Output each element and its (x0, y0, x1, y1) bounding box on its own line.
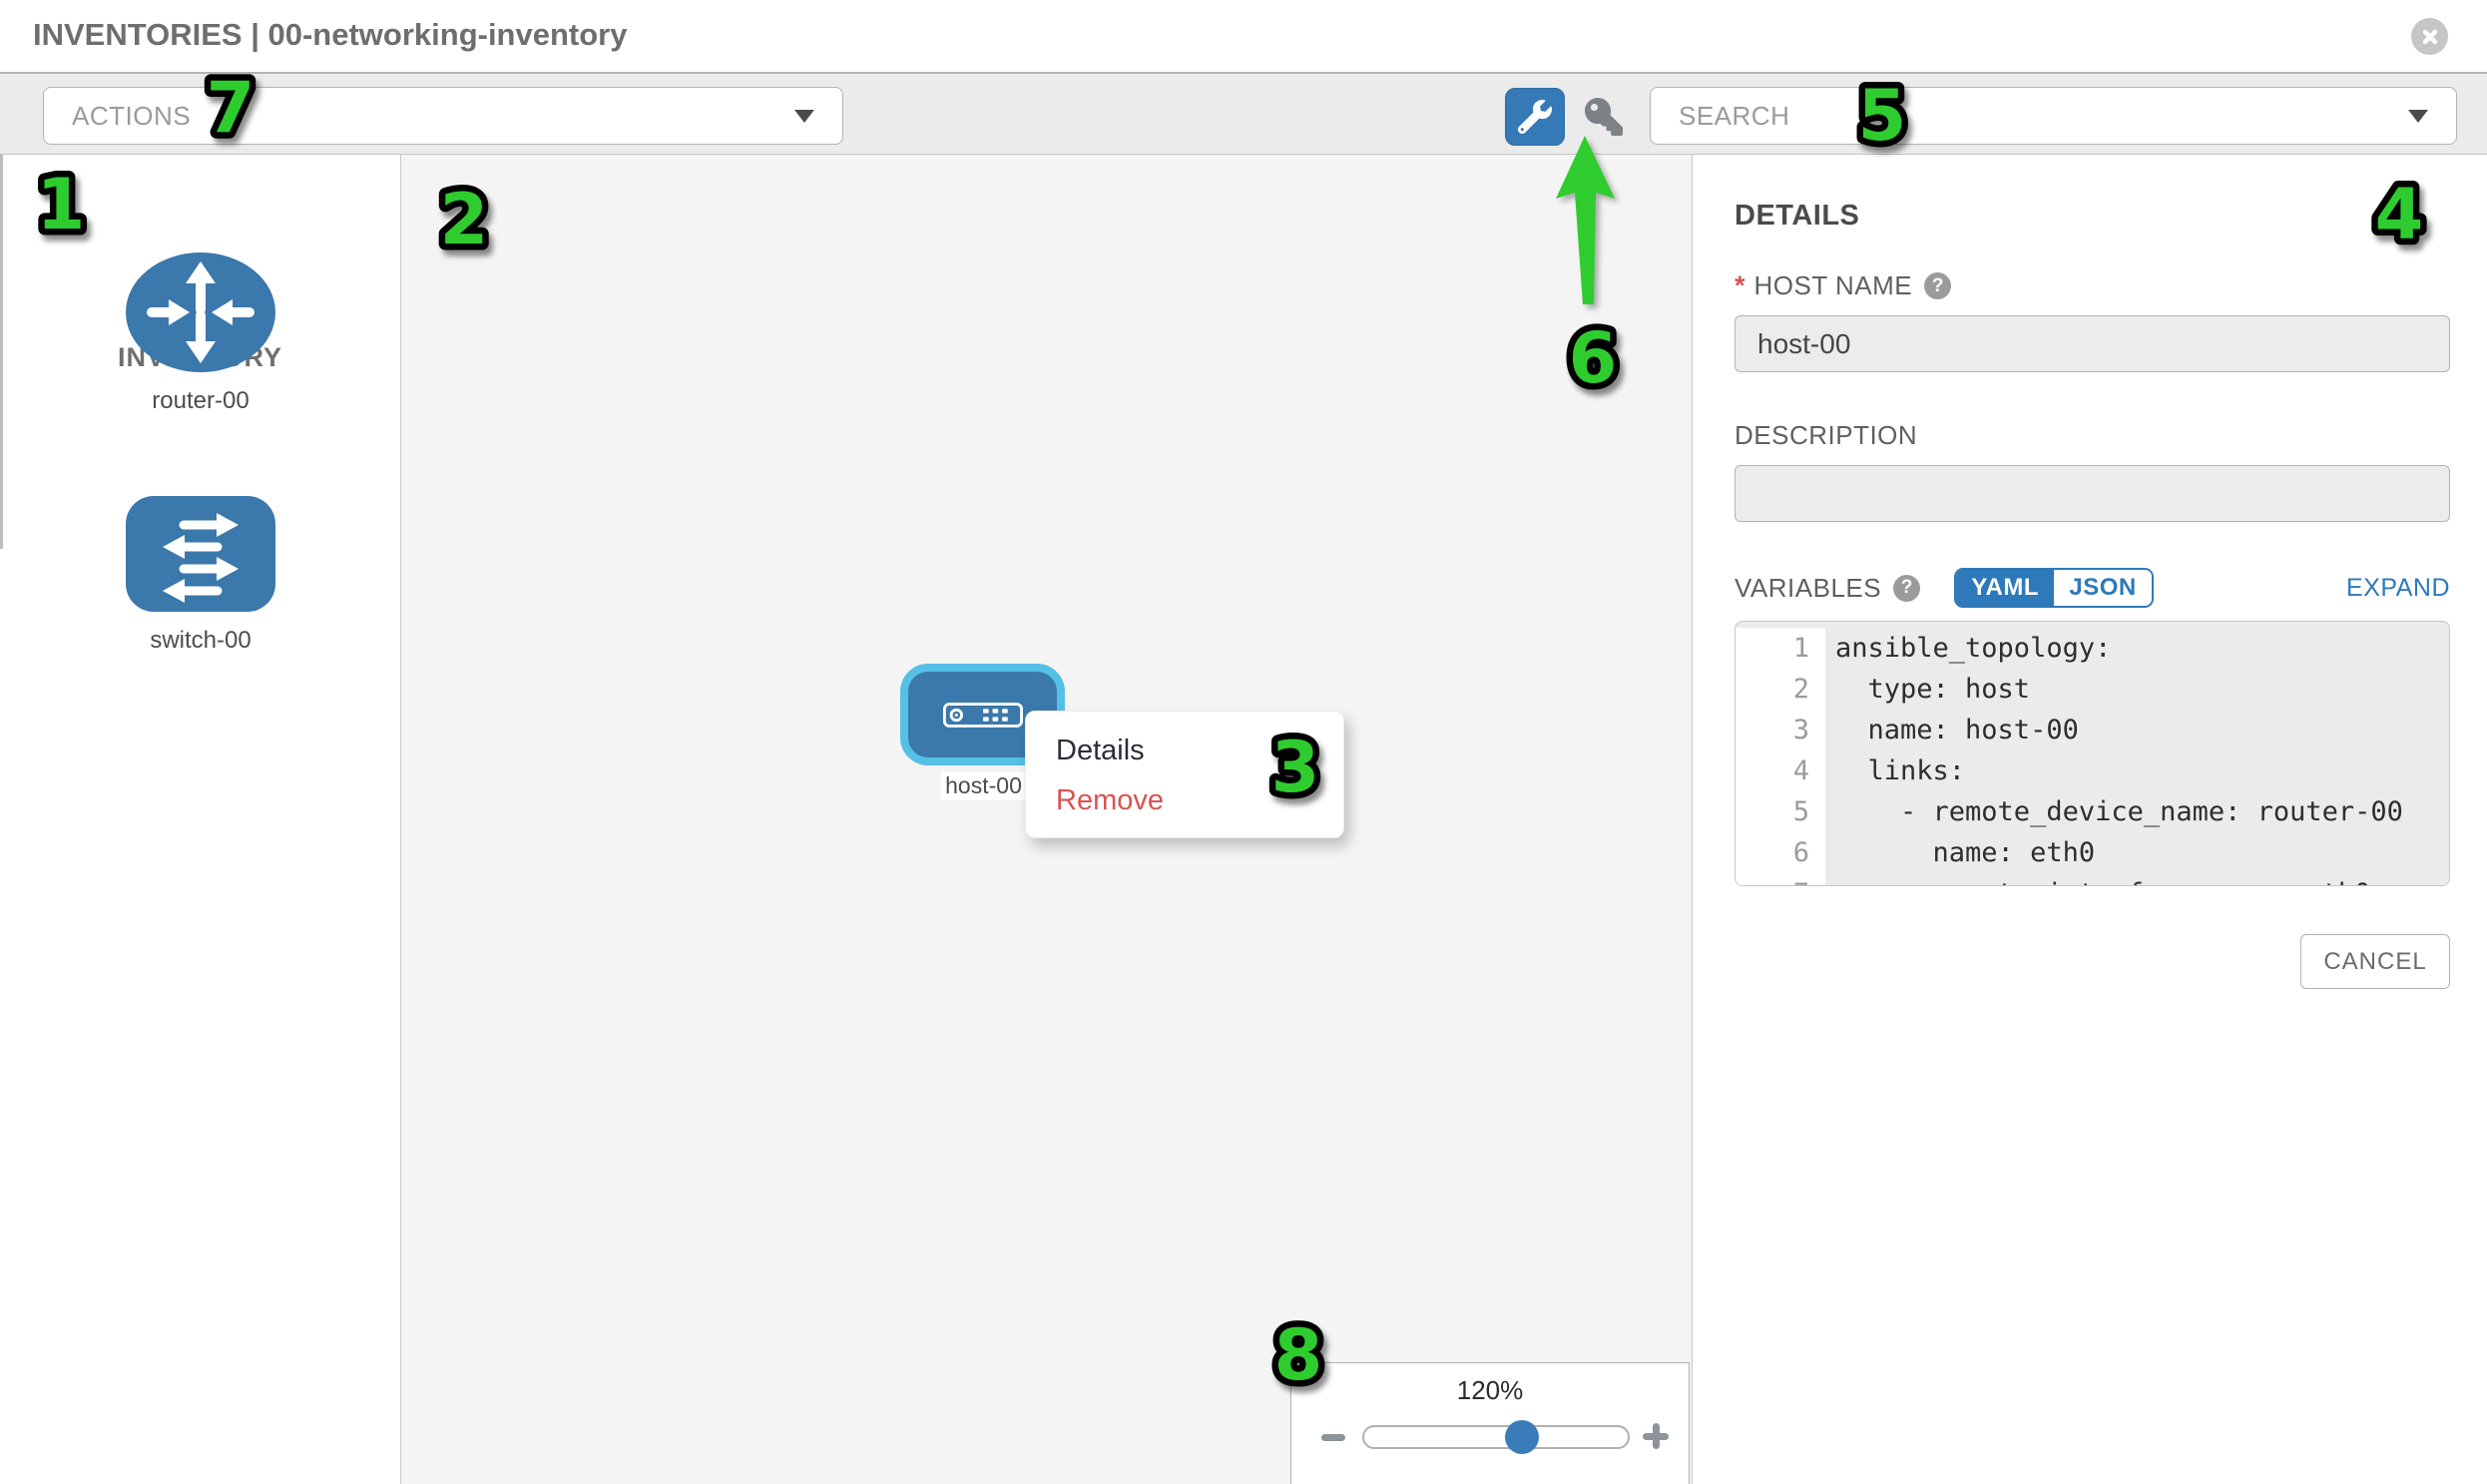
page-title: INVENTORIES | 00-networking-inventory (33, 17, 627, 53)
code-line: 7 remote_interface_name: eth0 (1736, 873, 2449, 886)
chevron-down-icon (2408, 110, 2428, 123)
inventories-topology-page: INVENTORIES | 00-networking-inventory AC… (0, 0, 2487, 1484)
main-content: INVENTORY router-00 (0, 155, 2487, 1484)
inventory-sidebar: INVENTORY router-00 (0, 155, 401, 1484)
host-name-label-row: * HOST NAME ? (1735, 270, 2450, 301)
variables-code-editor[interactable]: 1ansible_topology:2 type: host3 name: ho… (1735, 621, 2450, 886)
wrench-icon (1518, 100, 1552, 134)
sidebar-item-router[interactable]: router-00 (125, 252, 276, 415)
switch-icon (126, 496, 275, 612)
search-dropdown-label: SEARCH (1679, 101, 1789, 132)
host-name-input[interactable] (1735, 315, 2450, 372)
variables-row: VARIABLES ? YAML JSON EXPAND (1735, 568, 2450, 608)
actions-dropdown[interactable]: ACTIONS (43, 87, 843, 145)
host-icon (943, 703, 1023, 728)
zoom-level: 120% (1291, 1375, 1689, 1406)
description-label-row: DESCRIPTION (1735, 420, 2450, 451)
code-line: 4 links: (1736, 750, 2449, 791)
toolbox-toggle-button[interactable] (1505, 88, 1565, 146)
host-name-label: HOST NAME (1754, 270, 1913, 301)
question-circle-icon[interactable]: ? (1924, 272, 1951, 299)
expand-link[interactable]: EXPAND (2346, 574, 2450, 603)
code-line: 3 name: host-00 (1736, 710, 2449, 750)
required-asterisk: * (1735, 270, 1745, 301)
close-button[interactable] (2411, 18, 2448, 55)
code-line: 5 - remote_device_name: router-00 (1736, 791, 2449, 832)
description-label: DESCRIPTION (1735, 420, 1917, 451)
code-line: 1ansible_topology: (1736, 628, 2449, 669)
router-icon (126, 252, 275, 372)
description-input[interactable] (1735, 465, 2450, 522)
zoom-slider-handle[interactable] (1505, 1420, 1539, 1454)
topology-canvas[interactable]: host-00 Details Remove 120% (401, 155, 1692, 1484)
zoom-out-button[interactable] (1321, 1434, 1345, 1441)
sidebar-item-label: switch-00 (125, 627, 276, 655)
tab-json[interactable]: JSON (2054, 570, 2152, 606)
cancel-row: CANCEL (1735, 934, 2450, 989)
details-panel-title: DETAILS (1735, 200, 2450, 233)
question-circle-icon[interactable]: ? (1893, 575, 1920, 602)
code-editor-rows: 1ansible_topology:2 type: host3 name: ho… (1736, 622, 2449, 886)
cancel-button[interactable]: CANCEL (2300, 934, 2450, 989)
details-panel: DETAILS * HOST NAME ? DESCRIPTION VARIAB… (1692, 155, 2487, 1484)
zoom-in-button[interactable] (1643, 1423, 1669, 1449)
code-line: 2 type: host (1736, 669, 2449, 710)
code-line: 6 name: eth0 (1736, 832, 2449, 873)
sidebar-item-label: router-00 (125, 387, 276, 415)
variables-format-toggle: YAML JSON (1954, 568, 2154, 608)
search-dropdown[interactable]: SEARCH (1650, 87, 2457, 145)
actions-dropdown-label: ACTIONS (72, 101, 191, 132)
context-menu-item-details[interactable]: Details (1026, 726, 1343, 775)
zoom-control: 120% (1290, 1362, 1690, 1484)
toolbar: ACTIONS SEARCH (0, 72, 2487, 155)
zoom-slider-row (1291, 1420, 1689, 1454)
key-icon (1583, 98, 1625, 136)
chevron-down-icon (794, 110, 814, 123)
context-menu-item-remove[interactable]: Remove (1026, 775, 1343, 825)
close-icon (2421, 28, 2439, 46)
host-node-label: host-00 (941, 771, 1026, 800)
variables-label: VARIABLES (1735, 573, 1881, 604)
page-header: INVENTORIES | 00-networking-inventory (0, 0, 2487, 72)
context-menu: Details Remove (1025, 711, 1344, 838)
sidebar-item-switch[interactable]: switch-00 (125, 496, 276, 655)
key-tool-button[interactable] (1581, 96, 1627, 138)
tab-yaml[interactable]: YAML (1956, 570, 2054, 606)
zoom-slider[interactable] (1362, 1425, 1630, 1449)
